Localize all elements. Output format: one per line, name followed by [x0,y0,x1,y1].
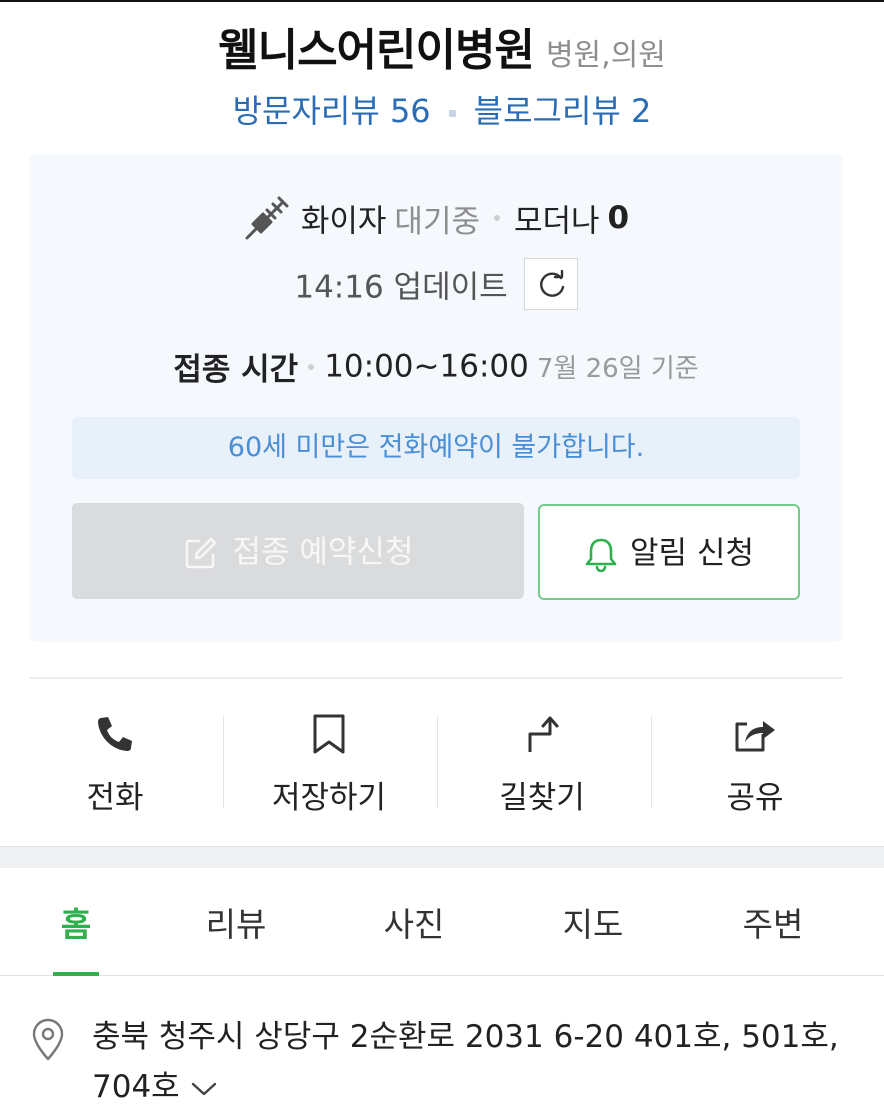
active-tab-indicator [53,972,99,976]
refresh-button[interactable] [523,258,578,310]
vaccine-name-pfizer: 화이자 [300,203,387,240]
save-action[interactable]: 저장하기 [222,706,436,816]
vaccination-basis-date: 7월 26일 기준 [536,354,699,384]
directions-label: 길찾기 [499,780,585,816]
action-bar: 전화 저장하기 길찾기 공유 [0,706,884,816]
tab-home[interactable]: 홈 [26,898,126,946]
section-band [0,846,884,868]
vaccination-time-row: 접종 시간 10:00~16:00 7월 26일 기준 [30,344,842,389]
bell-icon [585,538,617,572]
separator-dot [493,215,500,221]
phone-icon [98,717,132,751]
alert-button[interactable]: 알림 신청 [538,504,800,600]
separator-dot [308,363,315,370]
tab-reviews[interactable]: 리뷰 [186,898,286,946]
visitor-reviews-link[interactable]: 방문자리뷰 56 [233,92,431,130]
section-divider [30,677,842,679]
tab-nearby[interactable]: 주변 [723,898,823,946]
vaccine-name-moderna: 모더나 [513,203,600,240]
save-label: 저장하기 [271,780,387,816]
share-label: 공유 [726,780,784,816]
alert-button-label: 알림 신청 [630,535,754,572]
location-pin-icon [32,1018,64,1061]
place-category: 병원,의원 [545,38,666,73]
directions-action[interactable]: 길찾기 [435,706,649,816]
chevron-down-icon[interactable] [190,1080,218,1098]
vaccine-status-row: 화이자 대기중 모더나 0 [30,194,842,242]
blog-reviews-link[interactable]: 블로그리뷰 2 [474,92,652,130]
share-action[interactable]: 공유 [648,706,862,816]
reserve-button-label: 접종 예약신청 [232,534,414,571]
update-row: 14:16 업데이트 [30,258,842,310]
separator-dot [448,109,456,117]
bookmark-icon [313,714,345,754]
address-text-wrap: 충북 청주시 상당구 2순환로 2031 6-20 401호, 501호, 70… [92,1012,862,1108]
vaccine-panel: 화이자 대기중 모더나 0 14:16 업데이트 접종 시간 10:00~16:00 7월… [30,154,842,642]
place-title: 웰니스어린이병원 [218,25,535,76]
refresh-icon [539,270,564,297]
review-links: 방문자리뷰 56 블로그리뷰 2 [0,86,884,132]
notice-banner: 60세 미만은 전화예약이 불가합니다. [72,417,800,479]
share-icon [735,721,775,752]
directions-icon [528,716,559,752]
syringe-icon [243,194,291,242]
top-border [0,0,884,2]
vaccination-hours: 10:00~16:00 [324,348,529,385]
call-label: 전화 [86,780,144,816]
vaccine-status-pfizer: 대기중 [394,203,480,240]
reserve-button[interactable]: 접종 예약신청 [72,503,524,599]
vaccination-time-label: 접종 시간 [173,352,299,388]
place-title-row: 웰니스어린이병원 병원,의원 [0,14,884,78]
tab-photos[interactable]: 사진 [364,898,464,946]
call-action[interactable]: 전화 [8,706,222,816]
update-time: 14:16 업데이트 [294,269,508,306]
tab-bar: 홈 리뷰 사진 지도 주변 [0,868,884,976]
vaccine-count-moderna: 0 [607,200,630,236]
tab-map[interactable]: 지도 [543,898,643,946]
edit-icon [185,537,216,568]
